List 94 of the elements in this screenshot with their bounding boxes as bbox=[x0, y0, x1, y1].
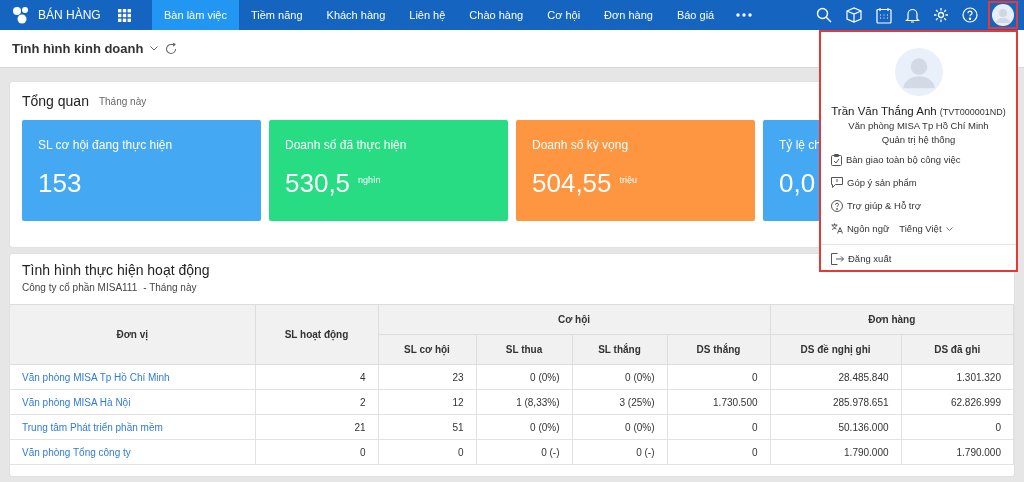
table-cell: 0 bbox=[667, 414, 771, 440]
unit-link[interactable]: Văn phòng MISA Tp Hồ Chí Minh bbox=[10, 364, 255, 390]
period-label: Tháng này bbox=[98, 95, 147, 107]
table-cell: 4 bbox=[255, 364, 378, 390]
table-cell: 1.301.320 bbox=[901, 364, 1014, 390]
table-cell: 0 bbox=[255, 439, 378, 465]
clipboard-check-icon bbox=[831, 153, 842, 166]
table-cell: 50.136.000 bbox=[770, 414, 902, 440]
column-header: Đơn vị bbox=[10, 305, 255, 365]
nav-tab[interactable]: Bàn làm việc bbox=[152, 0, 239, 30]
kpi-unit: triệu bbox=[619, 175, 638, 185]
bell-icon[interactable] bbox=[905, 6, 920, 24]
chevron-down-icon[interactable] bbox=[945, 226, 953, 231]
kpi-value: 504,55 bbox=[532, 168, 612, 199]
menu-item[interactable]: Góp ý sản phẩm bbox=[847, 177, 917, 188]
nav-tab[interactable]: Đơn hàng bbox=[592, 0, 665, 30]
table-cell: 0 bbox=[667, 364, 771, 390]
menu-item[interactable]: Bàn giao toàn bộ công việc bbox=[846, 154, 961, 165]
kpi-title: Doanh số đã thực hiện bbox=[285, 138, 407, 152]
table-cell: 0 bbox=[378, 439, 476, 465]
menu-item[interactable]: Ngôn ngữ bbox=[847, 223, 890, 234]
box-icon[interactable] bbox=[845, 7, 863, 23]
period-label: - Tháng này bbox=[143, 282, 197, 295]
logo-icon bbox=[12, 6, 30, 24]
translate-icon bbox=[831, 223, 843, 234]
app-title: BÁN HÀNG bbox=[38, 8, 101, 22]
table-cell: 1.730.500 bbox=[667, 389, 771, 415]
column-group-header: Cơ hội bbox=[378, 305, 771, 335]
help-icon[interactable] bbox=[962, 7, 978, 23]
nav-tab[interactable]: Chào hàng bbox=[457, 0, 536, 30]
table-cell: 0 bbox=[901, 414, 1014, 440]
unit-link[interactable]: Văn phòng Tổng công ty bbox=[10, 439, 255, 465]
chevron-down-icon[interactable] bbox=[150, 46, 159, 51]
column-header: DS thắng bbox=[667, 334, 771, 365]
column-group-header: Đơn hàng bbox=[770, 305, 1014, 335]
language-dropdown[interactable]: Tiếng Việt bbox=[899, 223, 942, 234]
nav-tab[interactable]: Báo giá bbox=[664, 0, 727, 30]
nav-tab[interactable]: Tiềm năng bbox=[239, 0, 315, 30]
table-cell: 0 (-) bbox=[476, 439, 572, 465]
unit-link[interactable]: Trung tâm Phát triển phần mềm bbox=[10, 414, 255, 440]
calendar-icon[interactable] bbox=[876, 6, 892, 24]
kpi-value: 530,5 bbox=[285, 168, 351, 199]
unit-link[interactable]: Văn phòng MISA Hà Nội bbox=[10, 389, 255, 415]
table-cell: 1.790.000 bbox=[770, 439, 902, 465]
menu-item[interactable]: Đăng xuất bbox=[848, 253, 892, 264]
menu-item[interactable]: Trợ giúp & Hỗ trợ bbox=[847, 200, 921, 211]
table-cell: 285.978.651 bbox=[770, 389, 902, 415]
column-header: SL hoạt động bbox=[255, 305, 378, 365]
table-cell: 3 (25%) bbox=[572, 389, 667, 415]
user-office: Văn phòng MISA Tp Hồ Chí Minh bbox=[848, 120, 989, 131]
section-title: Tình hình thực hiện hoạt động bbox=[21, 262, 211, 278]
nav-tab[interactable]: Liên hệ bbox=[397, 0, 458, 30]
table-cell: 0 (0%) bbox=[572, 364, 667, 390]
user-code: (TVT000001ND) bbox=[939, 107, 1006, 117]
column-header: SL cơ hội bbox=[378, 334, 476, 365]
refresh-icon[interactable] bbox=[165, 42, 178, 55]
column-header: SL thua bbox=[476, 334, 572, 365]
table-cell: 23 bbox=[378, 364, 476, 390]
search-icon[interactable] bbox=[816, 7, 832, 23]
comment-icon bbox=[831, 177, 843, 188]
avatar-icon bbox=[892, 48, 945, 96]
table-cell: 1 (8,33%) bbox=[476, 389, 572, 415]
logout-icon bbox=[831, 252, 844, 265]
nav-tab[interactable]: Cơ hội bbox=[535, 0, 593, 30]
section-title: Tổng quan bbox=[22, 93, 89, 109]
table-cell: 1.790.000 bbox=[901, 439, 1014, 465]
column-header: DS đề nghị ghi bbox=[770, 334, 902, 365]
table-cell: 0 (0%) bbox=[476, 414, 572, 440]
table-cell: 21 bbox=[255, 414, 378, 440]
user-role: Quản trị hệ thống bbox=[881, 134, 956, 145]
column-header: SL thắng bbox=[572, 334, 667, 365]
kpi-value: 0,0 bbox=[779, 168, 816, 199]
table-cell: 0 (-) bbox=[572, 439, 667, 465]
table-cell: 51 bbox=[378, 414, 476, 440]
table-cell: 2 bbox=[255, 389, 378, 415]
app-grid-icon[interactable] bbox=[117, 8, 131, 22]
kpi-title: SL cơ hội đang thực hiện bbox=[38, 138, 173, 152]
column-header: DS đã ghi bbox=[901, 334, 1014, 365]
kpi-unit: nghìn bbox=[358, 175, 381, 185]
page-title[interactable]: Tình hình kinh doanh bbox=[12, 41, 144, 56]
table-cell: 62.826.999 bbox=[901, 389, 1014, 415]
kpi-value: 153 bbox=[38, 168, 82, 199]
help-icon bbox=[831, 199, 843, 212]
company-name: Công ty cổ phần MISA111 bbox=[22, 282, 138, 295]
user-name: Trần Văn Thắng Anh bbox=[831, 105, 937, 117]
table-cell: 12 bbox=[378, 389, 476, 415]
nav-tab[interactable]: Khách hàng bbox=[314, 0, 398, 30]
table-cell: 28.485.840 bbox=[770, 364, 902, 390]
table-cell: 0 bbox=[667, 439, 771, 465]
kpi-title: Doanh số kỳ vọng bbox=[532, 138, 629, 152]
table-cell: 0 (0%) bbox=[572, 414, 667, 440]
table-cell: 0 (0%) bbox=[476, 364, 572, 390]
more-icon[interactable] bbox=[736, 13, 753, 17]
settings-icon[interactable] bbox=[933, 7, 949, 23]
